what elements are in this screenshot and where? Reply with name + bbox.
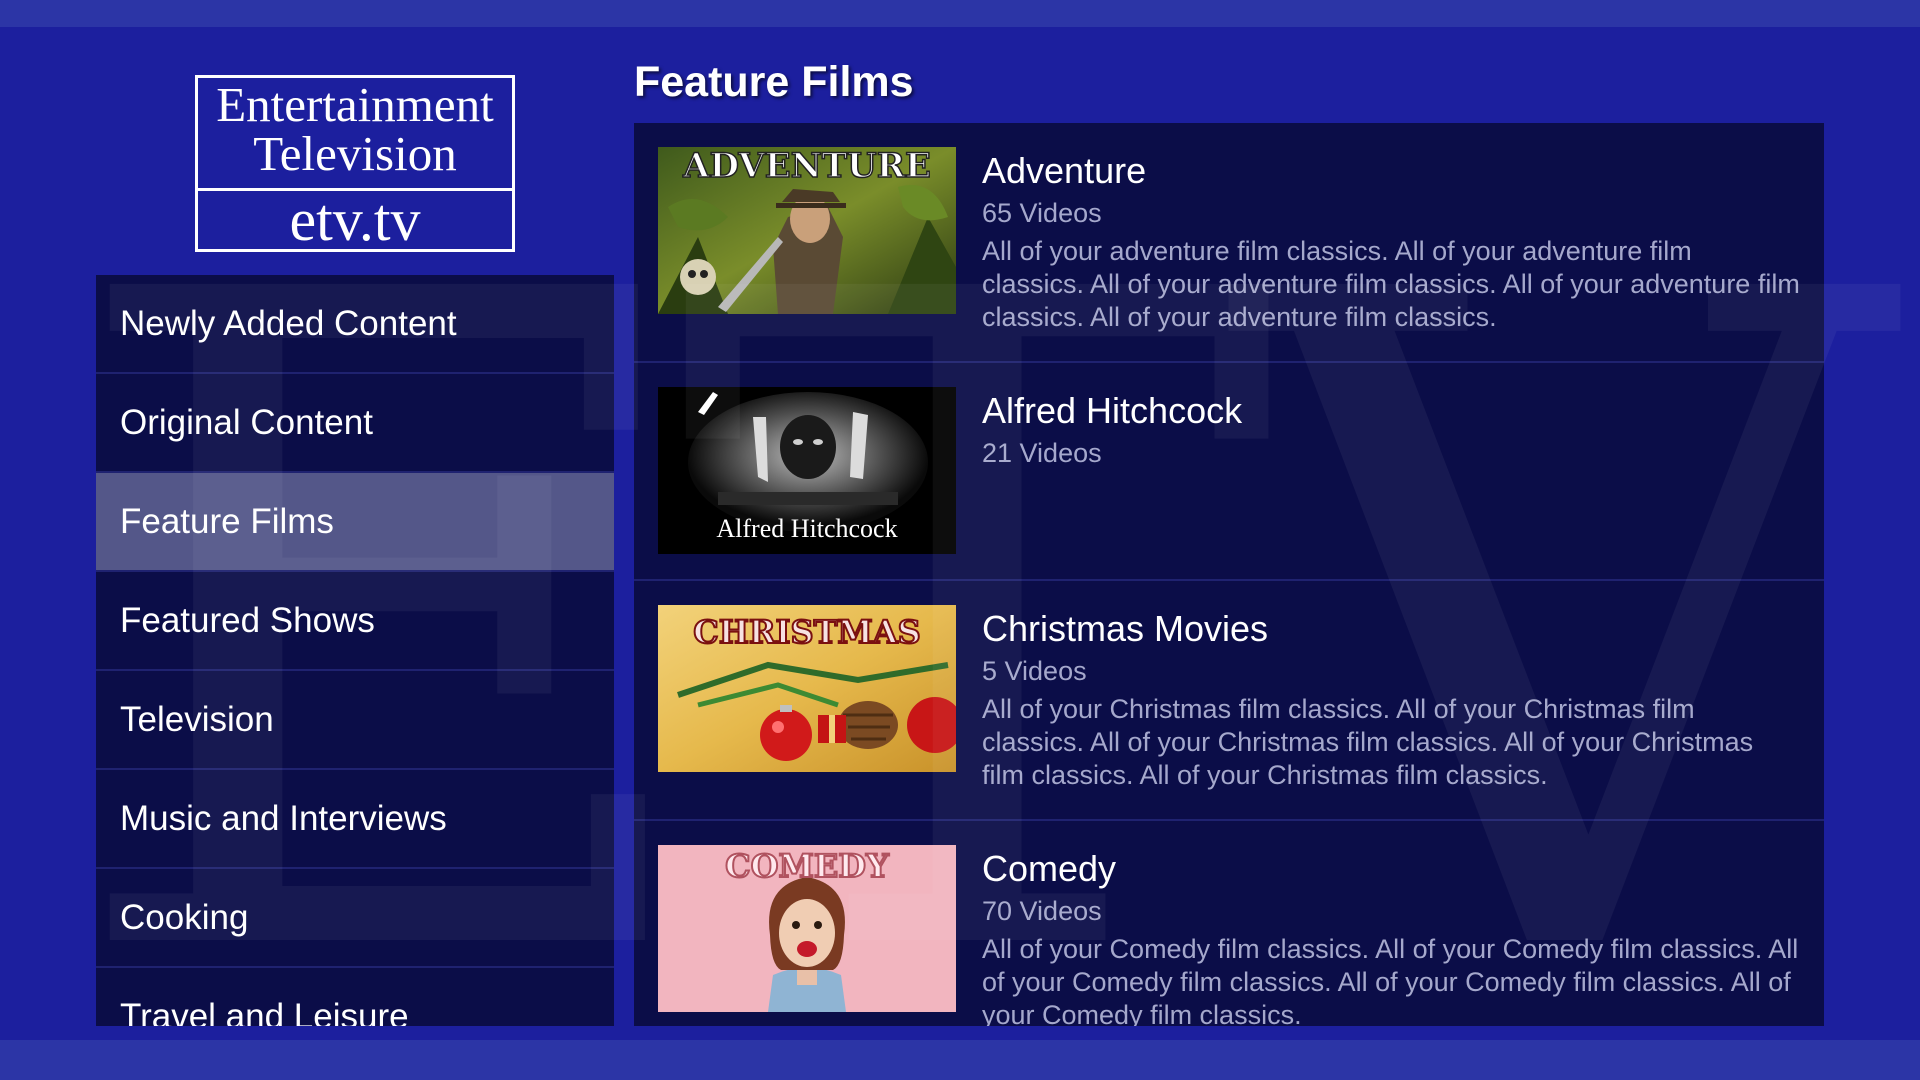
logo-title-block: Entertainment Television <box>198 78 512 191</box>
category-description: All of your Comedy film classics. All of… <box>982 934 1799 1026</box>
category-card-adventure[interactable]: ADVENTURE Adventure 65 Videos All of you… <box>634 123 1824 363</box>
comedy-thumbnail: COMEDY <box>658 845 956 1012</box>
video-count: 70 Videos <box>982 896 1102 926</box>
christmas-thumbnail: CHRISTMAS <box>658 605 956 772</box>
sidebar-item-label: Music and Interviews <box>120 798 447 838</box>
category-card-christmas-movies[interactable]: CHRISTMAS Christmas Movies 5 Videos All … <box>634 581 1824 821</box>
category-title: Comedy <box>982 848 1117 889</box>
adventure-thumbnail: ADVENTURE <box>658 147 956 314</box>
sidebar-item-featured-shows[interactable]: Featured Shows <box>96 572 614 671</box>
logo-line-entertainment: Entertainment <box>216 77 494 132</box>
sidebar-item-label: Television <box>120 699 274 739</box>
sidebar-item-label: Featured Shows <box>120 600 375 640</box>
category-card-alfred-hitchcock[interactable]: Alfred Hitchcock Alfred Hitchcock 21 Vid… <box>634 363 1824 581</box>
category-description: All of your Christmas film classics. All… <box>982 694 1754 790</box>
sidebar-item-feature-films[interactable]: Feature Films <box>96 473 614 572</box>
sidebar-item-newly-added-content[interactable]: Newly Added Content <box>96 275 614 374</box>
sidebar-item-music-and-interviews[interactable]: Music and Interviews <box>96 770 614 869</box>
sidebar-item-label: Newly Added Content <box>120 303 457 343</box>
adventure-thumb-title: ADVENTURE <box>682 147 931 186</box>
christmas-thumb-title: CHRISTMAS <box>693 613 921 651</box>
category-title: Christmas Movies <box>982 608 1269 649</box>
alfred-hitchcock-thumbnail: Alfred Hitchcock <box>658 387 956 554</box>
sidebar-item-original-content[interactable]: Original Content <box>96 374 614 473</box>
video-count: 21 Videos <box>982 438 1102 468</box>
comedy-thumb-title: COMEDY <box>725 847 890 885</box>
category-card-comedy[interactable]: COMEDY Comedy 70 Videos All of your Come… <box>634 821 1824 1026</box>
sidebar-item-label: Original Content <box>120 402 373 442</box>
category-title: Adventure <box>982 150 1147 191</box>
sidebar-item-label: Cooking <box>120 897 249 937</box>
logo-domain: etv.tv <box>289 187 421 253</box>
etv-logo: Entertainment Television etv.tv <box>195 75 515 252</box>
category-title: Alfred Hitchcock <box>982 390 1243 431</box>
sidebar-item-label: Travel and Leisure <box>120 996 409 1027</box>
page-title: Feature Films <box>634 58 914 106</box>
category-description: All of your adventure film classics. All… <box>982 236 1800 332</box>
video-count: 5 Videos <box>982 656 1087 686</box>
sidebar-item-travel-and-leisure[interactable]: Travel and Leisure <box>96 968 614 1027</box>
category-list: ADVENTURE Adventure 65 Videos All of you… <box>634 123 1824 1026</box>
bottom-bar <box>0 1040 1920 1080</box>
category-sidebar: Newly Added Content Original Content Fea… <box>96 275 614 1026</box>
alfred-hitchcock-thumb-title: Alfred Hitchcock <box>716 514 897 543</box>
sidebar-item-television[interactable]: Television <box>96 671 614 770</box>
video-count: 65 Videos <box>982 198 1102 228</box>
sidebar-item-cooking[interactable]: Cooking <box>96 869 614 968</box>
logo-line-television: Television <box>253 126 457 181</box>
top-bar <box>0 0 1920 27</box>
sidebar-item-label: Feature Films <box>120 501 334 541</box>
